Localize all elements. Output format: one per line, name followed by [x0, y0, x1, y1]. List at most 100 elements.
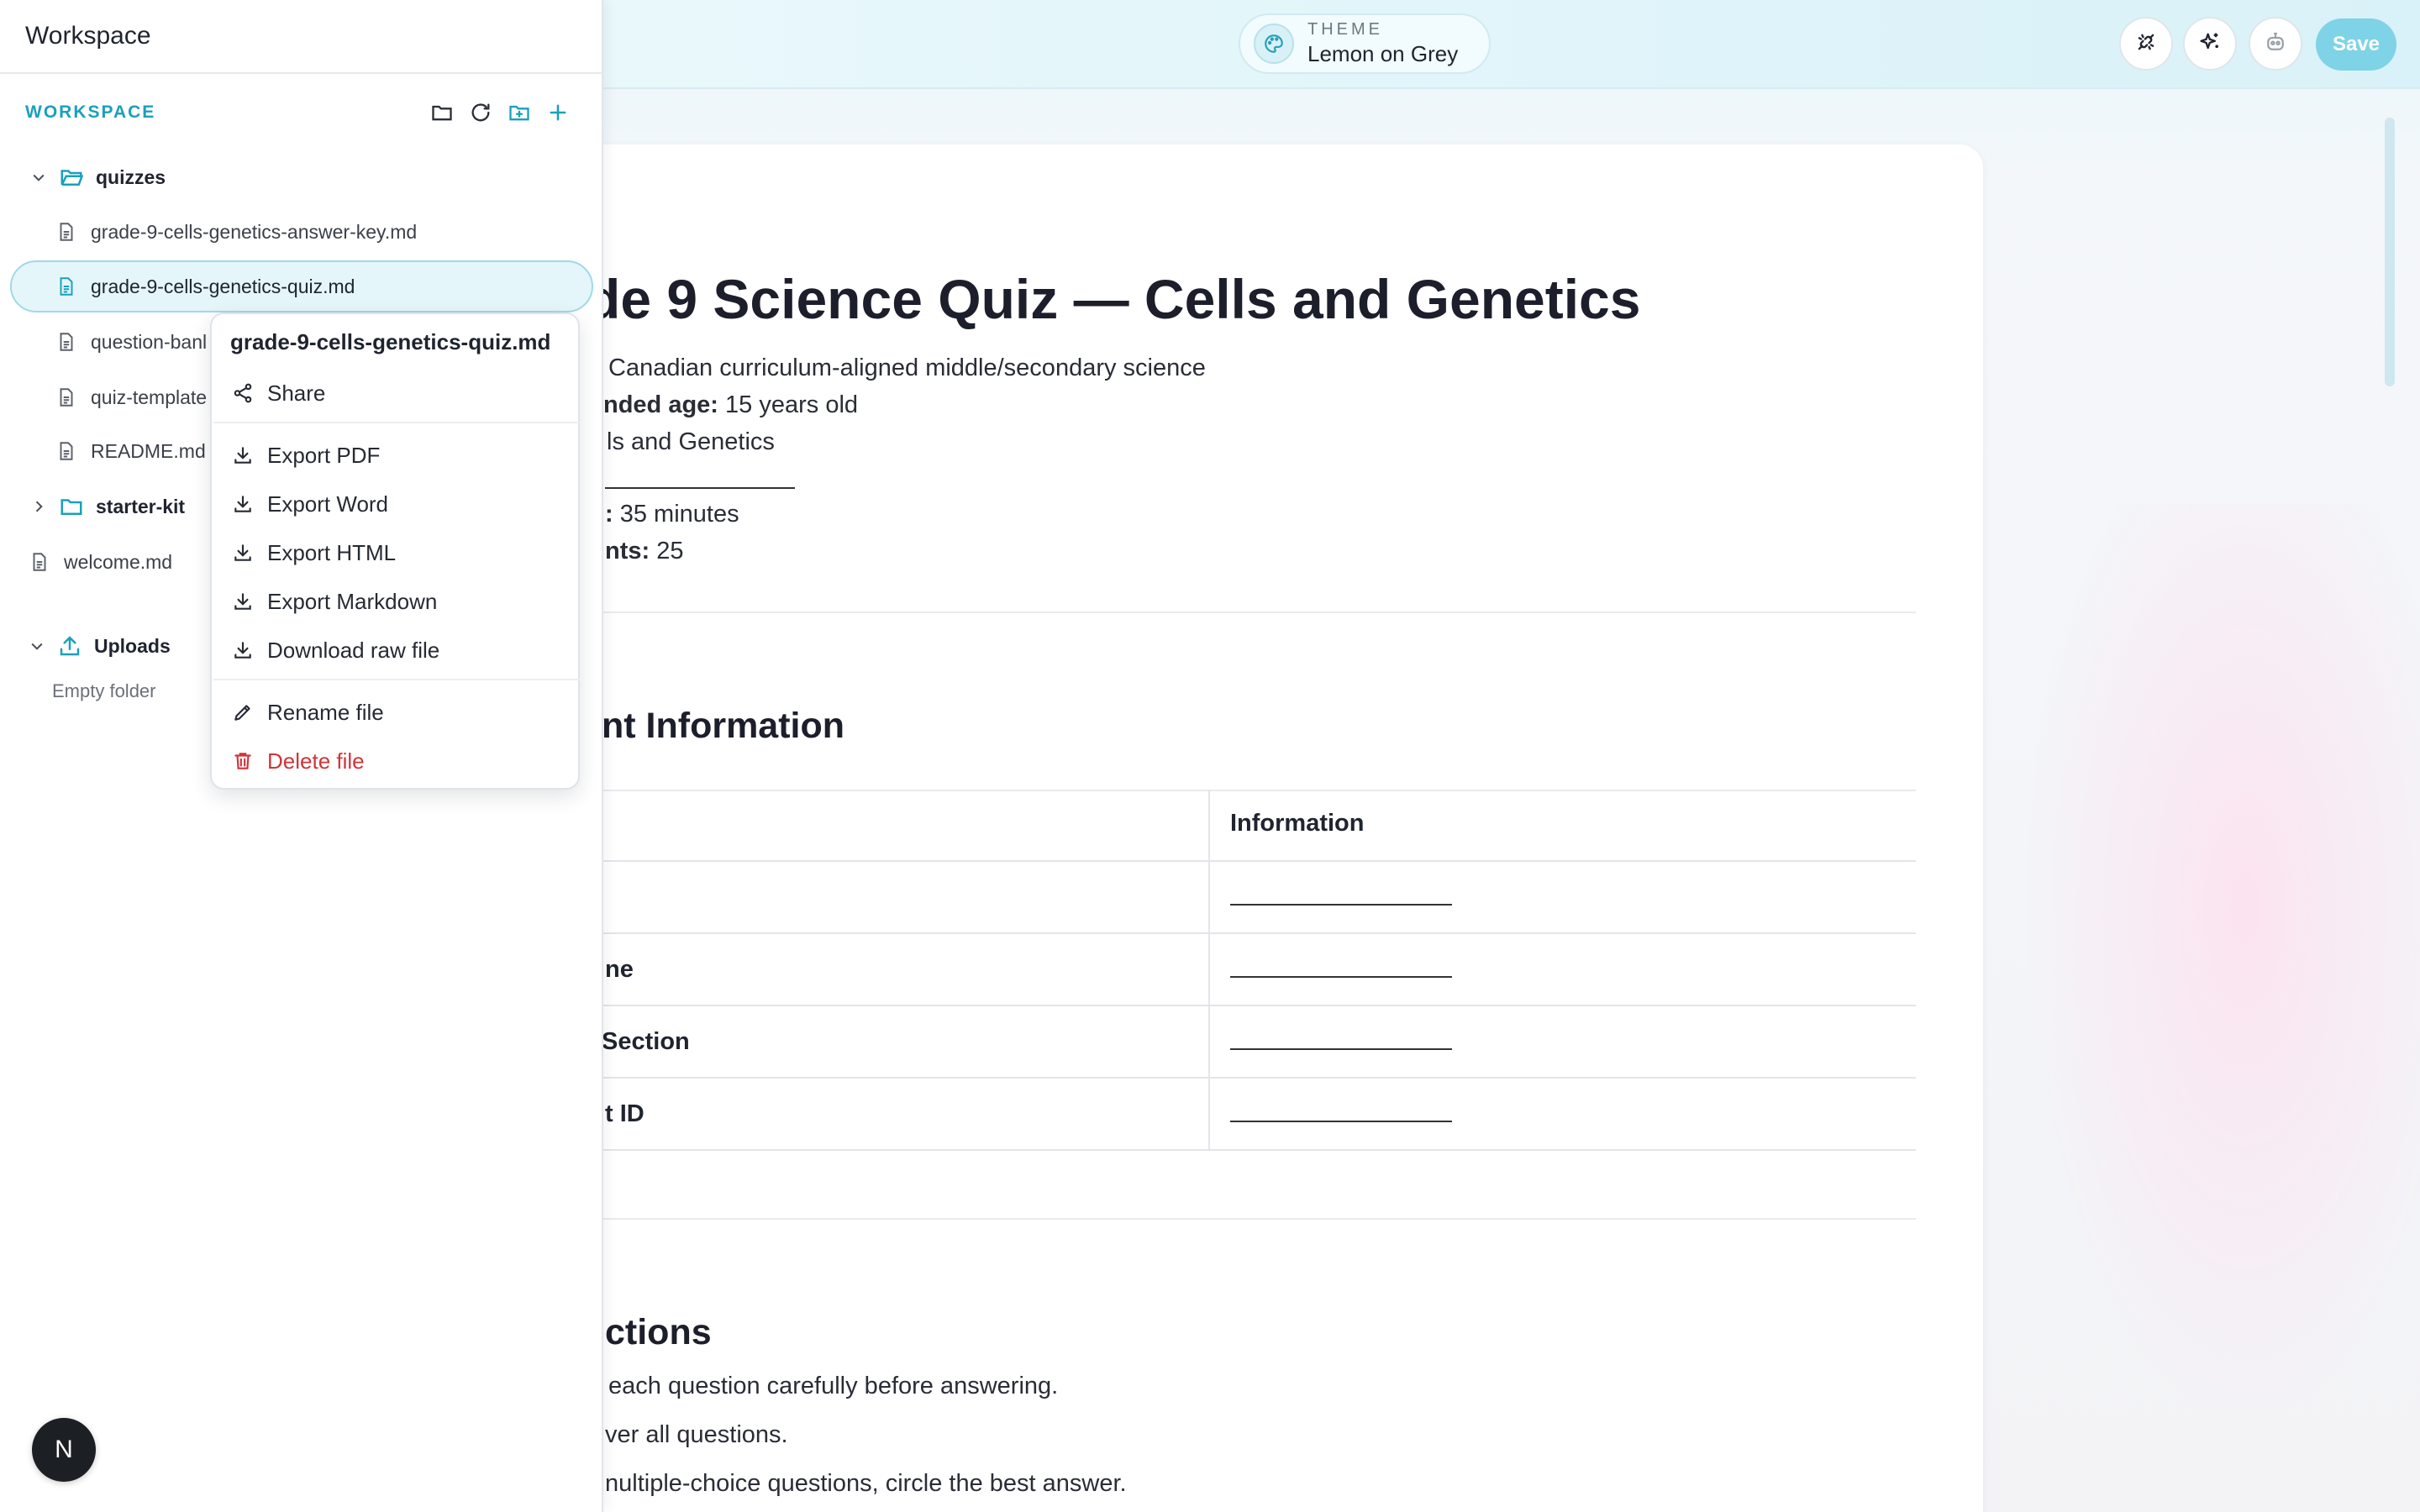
menu-item-label: Export Word [267, 491, 389, 517]
folder-label: quizzes [96, 165, 166, 188]
menu-separator [213, 422, 580, 423]
folder-starter-kit[interactable]: starter-kit [29, 480, 185, 533]
assistant-button[interactable] [2249, 17, 2302, 71]
file-label: README.md [91, 439, 206, 462]
answer-blank [1230, 1121, 1452, 1122]
file-label: question-banl [91, 330, 208, 353]
file-label: welcome.md [64, 550, 173, 573]
menu-item-label: Delete file [267, 748, 365, 774]
save-button[interactable]: Save [2316, 18, 2396, 71]
menu-item-export-html[interactable]: Export HTML [230, 534, 396, 571]
file-icon [27, 551, 52, 573]
menu-item-delete[interactable]: Delete file [230, 743, 365, 780]
table-cell-label: Section [538, 1006, 1210, 1079]
folder-label: Uploads [94, 634, 171, 657]
section-divider [538, 612, 1916, 613]
theme-selector[interactable]: THEME Lemon on Grey [1239, 13, 1491, 74]
folder-label: starter-kit [96, 495, 186, 517]
file-quiz[interactable]: grade-9-cells-genetics-quiz.md [54, 260, 355, 312]
menu-item-export-markdown[interactable]: Export Markdown [230, 583, 437, 620]
meta-time: : 35 minutes [605, 501, 739, 528]
folder-open-icon [59, 165, 84, 190]
answer-blank [1230, 1048, 1452, 1050]
chevron-down-icon [29, 169, 49, 186]
document-title: de 9 Science Quiz — Cells and Genetics [587, 268, 1641, 330]
menu-item-share[interactable]: Share [230, 375, 325, 412]
folder-quizzes[interactable]: quizzes [29, 151, 166, 203]
meta-curriculum: Canadian curriculum-aligned middle/secon… [608, 354, 1206, 381]
menu-separator [213, 679, 580, 680]
sparkles-icon [2198, 30, 2222, 58]
document-scrollbar[interactable] [2385, 118, 2395, 386]
file-icon [54, 331, 79, 353]
theme-value: Lemon on Grey [1307, 41, 1459, 66]
folder-uploads[interactable]: Uploads [27, 620, 171, 672]
user-avatar[interactable]: N [32, 1418, 96, 1482]
pencil-icon [230, 701, 255, 723]
menu-item-label: Export Markdown [267, 588, 438, 614]
table-row: Section [538, 1006, 1916, 1079]
file-label: quiz-template [91, 386, 208, 408]
folder-icon [59, 494, 84, 519]
table-cell-label: ne [538, 934, 1210, 1006]
menu-item-label: Share [267, 380, 326, 406]
file-label: grade-9-cells-genetics-answer-key.md [91, 220, 418, 243]
meta-underline [605, 487, 795, 489]
workspace-toolbar [429, 99, 571, 126]
instruction-item: ver all questions. [605, 1421, 788, 1448]
download-icon [230, 444, 255, 466]
download-icon [230, 542, 255, 564]
menu-item-label: Download raw file [267, 637, 440, 663]
file-icon [54, 440, 79, 462]
ai-sparkle-button[interactable] [2183, 17, 2237, 71]
file-welcome[interactable]: welcome.md [27, 536, 172, 588]
meta-age: nded age: 15 years old [603, 391, 859, 418]
file-context-menu: grade-9-cells-genetics-quiz.md Share Exp… [210, 312, 580, 790]
download-icon [230, 591, 255, 612]
sidebar-title: Workspace [0, 0, 602, 74]
menu-item-download-raw[interactable]: Download raw file [230, 632, 439, 669]
download-icon [230, 493, 255, 515]
folder-open-icon[interactable] [429, 99, 455, 126]
menu-item-label: Rename file [267, 699, 384, 725]
file-icon [54, 276, 79, 297]
trash-icon [230, 750, 255, 772]
answer-blank [1230, 976, 1452, 978]
instruction-item: nultiple-choice questions, circle the be… [605, 1470, 1127, 1497]
file-quiz-template[interactable]: quiz-template [54, 371, 207, 423]
menu-item-export-pdf[interactable]: Export PDF [230, 437, 380, 474]
file-readme[interactable]: README.md [54, 425, 206, 477]
meta-topic: ls and Genetics [607, 428, 775, 455]
background-glow [1983, 504, 2420, 1512]
refresh-icon[interactable] [467, 99, 494, 126]
menu-item-rename[interactable]: Rename file [230, 694, 384, 731]
section-heading-information: nt Information [602, 706, 845, 746]
plus-icon[interactable] [544, 99, 571, 126]
section-heading-instructions: ctions [605, 1312, 712, 1352]
file-answer-key[interactable]: grade-9-cells-genetics-answer-key.md [54, 206, 417, 258]
file-label: grade-9-cells-genetics-quiz.md [91, 275, 355, 297]
robot-icon [2263, 29, 2288, 59]
file-icon [54, 221, 79, 243]
file-question-bank[interactable]: question-banl [54, 316, 207, 368]
unplug-icon [2134, 30, 2158, 58]
file-icon [54, 386, 79, 408]
table-header-information: Information [1230, 810, 1365, 837]
disconnect-button[interactable] [2119, 17, 2173, 71]
document-page: de 9 Science Quiz — Cells and Genetics C… [538, 144, 1983, 1512]
share-icon [230, 382, 255, 404]
answer-blank [1230, 904, 1452, 906]
workspace-section-label: WORKSPACE [25, 102, 156, 122]
chevron-down-icon [27, 638, 47, 654]
context-menu-title: grade-9-cells-genetics-quiz.md [230, 329, 551, 354]
table-row: t ID [538, 1079, 1916, 1151]
menu-item-export-word[interactable]: Export Word [230, 486, 388, 522]
table-row [538, 862, 1916, 934]
palette-icon [1254, 24, 1294, 64]
chevron-right-icon [29, 498, 49, 515]
download-icon [230, 639, 255, 661]
table-cell-label: t ID [538, 1079, 1210, 1151]
table-row: ne [538, 934, 1916, 1006]
new-folder-icon[interactable] [506, 99, 533, 126]
uploads-empty-text: Empty folder [52, 680, 156, 701]
